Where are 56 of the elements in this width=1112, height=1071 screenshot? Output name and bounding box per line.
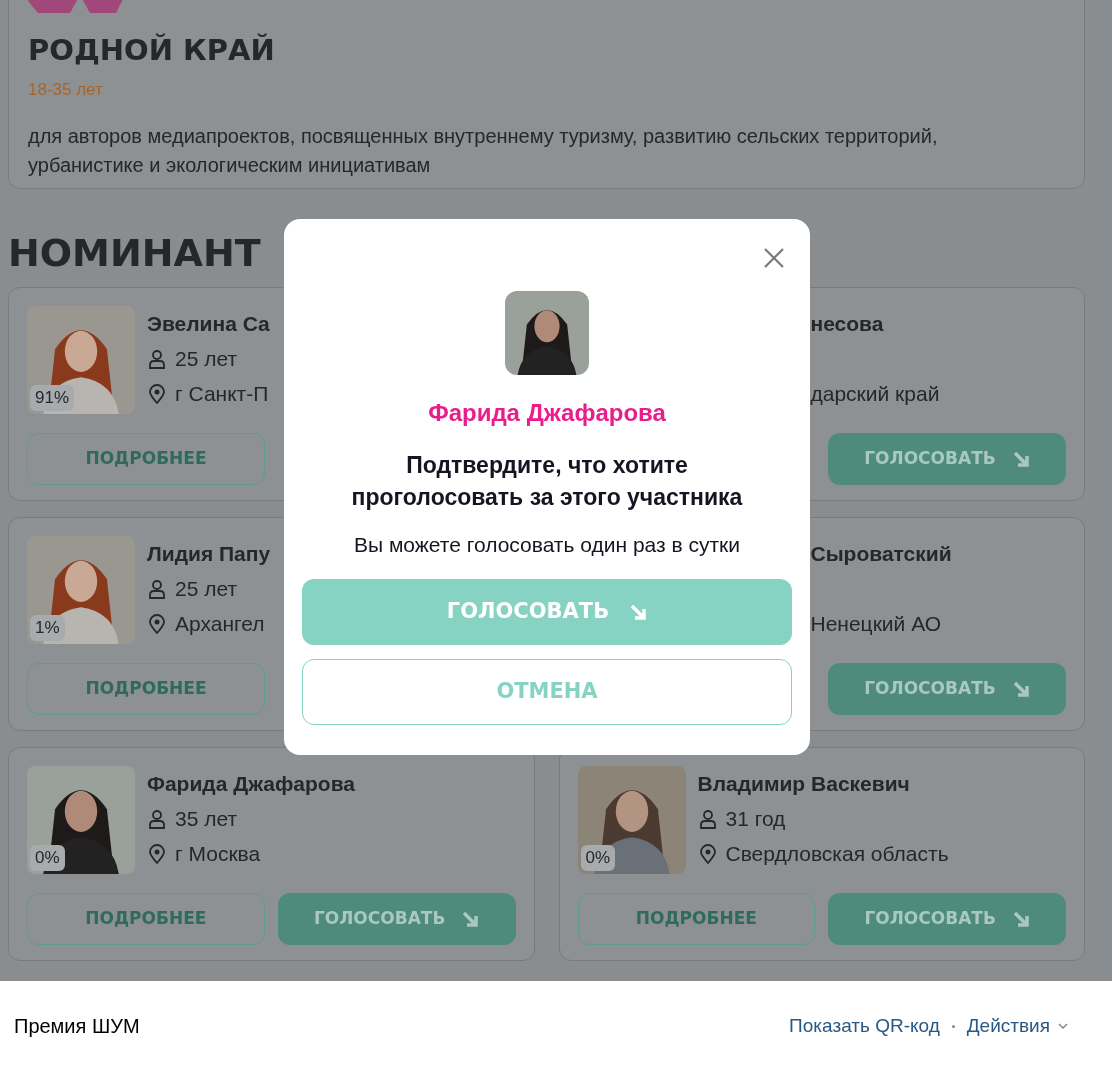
confirm-vote-button[interactable]: ГОЛОСОВАТЬ (302, 578, 792, 645)
details-button[interactable]: ПОДРОБНЕЕ (27, 893, 265, 945)
nominee-location: Свердловская область (725, 840, 949, 867)
nominee-name: несова (810, 311, 885, 337)
cancel-button[interactable]: ОТМЕНА (302, 658, 792, 725)
nominee-name: Лидия Папу (147, 541, 271, 567)
vote-button[interactable]: ГОЛОСОВАТЬ (828, 663, 1066, 715)
vote-percent-badge: 1% (30, 615, 65, 641)
vote-button[interactable]: ГОЛОСОВАТЬ (828, 433, 1066, 485)
details-button[interactable]: ПОДРОБНЕЕ (27, 663, 265, 715)
arrow-down-right-icon (1011, 910, 1030, 928)
nominee-name: Эвелина Са (147, 311, 270, 337)
person-icon (147, 348, 167, 369)
nominee-location: г Санкт-П (175, 380, 269, 407)
nominee-name: Фарида Джафарова (147, 771, 355, 797)
nominee-name: Владимир Васкевич (697, 771, 911, 797)
vote-percent-badge: 0% (580, 845, 616, 871)
nominee-age: 31 год (725, 805, 786, 832)
vote-limit-note: Вы можете голосовать один раз в сутки (354, 532, 740, 558)
nominee-age: 25 лет (175, 345, 238, 372)
chevron-down-icon (1058, 1023, 1068, 1029)
qr-code-link[interactable]: Показать QR-код (789, 1011, 940, 1041)
details-button[interactable]: ПОДРОБНЕЕ (27, 433, 265, 485)
vote-button[interactable]: ГОЛОСОВАТЬ (277, 893, 516, 945)
nominee-location: Архангел (175, 610, 265, 637)
nominee-location: дарский край (810, 381, 941, 407)
nominee-age: 25 лет (175, 575, 238, 602)
vote-button[interactable]: ГОЛОСОВАТЬ (828, 893, 1066, 945)
person-icon (697, 808, 718, 829)
nominee-age: 35 лет (175, 805, 238, 832)
location-pin-icon (147, 843, 167, 864)
location-pin-icon (147, 383, 167, 404)
nominee-location: г Москва (175, 840, 261, 867)
nominee-location: Ненецкий АО (810, 611, 942, 637)
nominee-name: Сыроватский (810, 541, 953, 567)
actions-menu[interactable]: Действия (966, 1011, 1068, 1041)
section-title: НОМИНАНТ (8, 230, 261, 277)
arrow-down-right-icon (1011, 680, 1030, 698)
location-pin-icon (147, 613, 167, 634)
arrow-down-right-icon (1011, 450, 1030, 468)
confirm-question: Подтвердите, что хотите проголосовать за этого участника (350, 451, 744, 512)
nominee-name: Фарида Джафарова (428, 398, 666, 428)
vote-percent-badge: 0% (30, 845, 65, 871)
arrow-down-right-icon (629, 602, 648, 621)
location-pin-icon (697, 843, 718, 864)
person-icon (147, 808, 167, 829)
age-range: 18-35 лет (28, 78, 104, 101)
vote-percent-badge: 91% (30, 385, 75, 411)
person-icon (147, 578, 167, 599)
arrow-down-right-icon (461, 910, 480, 928)
category-description: для авторов медиапроектов, посвященных внутреннему туризму, развитию сельских территорий, урбанистике и экологическим инициативам (28, 124, 939, 178)
close-icon (762, 246, 786, 270)
close-button[interactable] (762, 246, 786, 270)
category-title: РОДНОЙ КРАЙ (28, 32, 275, 69)
app-title: Премия ШУМ (14, 1014, 140, 1039)
details-button[interactable]: ПОДРОБНЕЕ (577, 893, 816, 945)
